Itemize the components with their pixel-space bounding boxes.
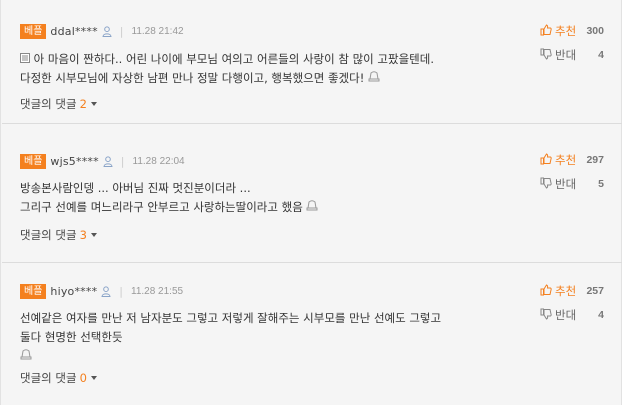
comment-meta: 베플 hiyo**** | 11.28 21:55 (20, 283, 183, 299)
upvote-button[interactable]: 추천 297 (540, 151, 604, 169)
downvote-button[interactable]: 반대 4 (540, 46, 604, 64)
reply-toggle[interactable]: 댓글의 댓글 3 (20, 227, 97, 243)
vote-box: 추천 297 반대 5 (540, 151, 604, 199)
divider: | (119, 284, 123, 298)
thumbs-up-icon (540, 283, 552, 299)
comment-item: 베플 hiyo**** | 11.28 21:55 선예같은 여자를 만난 저 … (2, 263, 622, 405)
thumbs-down-icon (540, 177, 552, 192)
person-icon[interactable] (102, 25, 112, 37)
comment-username[interactable]: hiyo**** (50, 285, 97, 298)
upvote-label: 추천 (555, 153, 577, 167)
comment-line: 그리구 선예를 며느리라구 안부르고 사랑하는딸이라고 했음 (20, 200, 303, 214)
comment-line: 다정한 시부모님에 자상한 남편 만나 정말 다행이고, 행복했으면 좋겠다! (20, 71, 365, 85)
upvote-count: 257 (586, 285, 604, 297)
downvote-label: 반대 (555, 48, 577, 62)
vote-box: 추천 300 반대 4 (540, 22, 604, 70)
thumbs-up-icon (540, 23, 552, 39)
comment-list: 베플 ddal**** | 11.28 21:42 아 마음이 짠하다.. 어린… (0, 0, 622, 405)
thumbs-down-icon (540, 48, 552, 63)
comment-date: 11.28 21:42 (131, 25, 184, 37)
upvote-button[interactable]: 추천 300 (540, 22, 604, 40)
upvote-label: 추천 (555, 24, 577, 38)
comment-line: 둘다 현명한 선택한듯 (20, 330, 123, 344)
comment-date: 11.28 21:55 (131, 285, 184, 297)
upvote-label: 추천 (555, 284, 577, 298)
thumbs-down-icon (540, 308, 552, 323)
reply-toggle[interactable]: 댓글의 댓글 0 (20, 370, 97, 386)
downvote-count: 4 (598, 309, 604, 321)
divider: | (119, 24, 124, 38)
downvote-button[interactable]: 반대 4 (540, 306, 604, 324)
best-badge: 베플 (20, 153, 47, 169)
vote-box: 추천 257 반대 4 (540, 282, 604, 330)
caret-down-icon (90, 102, 97, 106)
thumbs-up-icon (540, 152, 552, 168)
best-badge: 베플 (20, 283, 47, 299)
comment-line: 방송본사람인뎅 ... 아버님 진짜 멋진분이더라 ... (20, 181, 251, 195)
reply-count: 2 (79, 97, 87, 111)
report-icon[interactable] (306, 198, 318, 217)
report-icon[interactable] (20, 347, 32, 366)
downvote-label: 반대 (555, 308, 577, 322)
reply-label: 댓글의 댓글 (20, 97, 77, 111)
caret-down-icon (90, 233, 97, 237)
downvote-count: 4 (598, 49, 604, 61)
reply-count: 0 (79, 371, 87, 385)
person-icon[interactable] (103, 155, 113, 167)
comment-username[interactable]: wjs5**** (50, 155, 98, 168)
comment-line: 선예같은 여자를 만난 저 남자분도 그렇고 저렇게 잘해주는 시부모를 만난 … (20, 311, 442, 325)
reply-toggle[interactable]: 댓글의 댓글 2 (20, 96, 97, 112)
caret-down-icon (90, 376, 97, 380)
comment-text: 아 마음이 짠하다.. 어린 나이에 부모님 여의고 어른들의 사랑이 참 많이… (20, 50, 520, 88)
comment-line: 아 마음이 짠하다.. 어린 나이에 부모님 여의고 어른들의 사랑이 참 많이… (33, 52, 434, 66)
divider: | (120, 154, 125, 168)
downvote-label: 반대 (555, 177, 577, 191)
reply-label: 댓글의 댓글 (20, 371, 77, 385)
image-icon (20, 50, 30, 69)
report-icon[interactable] (368, 69, 380, 88)
comment-meta: 베플 wjs5**** | 11.28 22:04 (20, 153, 185, 169)
upvote-button[interactable]: 추천 257 (540, 282, 604, 300)
reply-label: 댓글의 댓글 (20, 228, 77, 242)
comment-text: 방송본사람인뎅 ... 아버님 진짜 멋진분이더라 ... 그리구 선예를 며느… (20, 179, 520, 217)
person-icon[interactable] (101, 285, 111, 297)
best-badge: 베플 (20, 23, 47, 39)
upvote-count: 300 (586, 25, 604, 37)
comment-item: 베플 wjs5**** | 11.28 22:04 방송본사람인뎅 ... 아버… (2, 124, 622, 263)
comment-username[interactable]: ddal**** (50, 25, 97, 38)
downvote-button[interactable]: 반대 5 (540, 175, 604, 193)
comment-meta: 베플 ddal**** | 11.28 21:42 (20, 23, 184, 39)
upvote-count: 297 (586, 154, 604, 166)
downvote-count: 5 (598, 178, 604, 190)
comment-item: 베플 ddal**** | 11.28 21:42 아 마음이 짠하다.. 어린… (2, 0, 622, 124)
comment-text: 선예같은 여자를 만난 저 남자분도 그렇고 저렇게 잘해주는 시부모를 만난 … (20, 309, 520, 366)
reply-count: 3 (79, 228, 87, 242)
comment-date: 11.28 22:04 (132, 155, 185, 167)
